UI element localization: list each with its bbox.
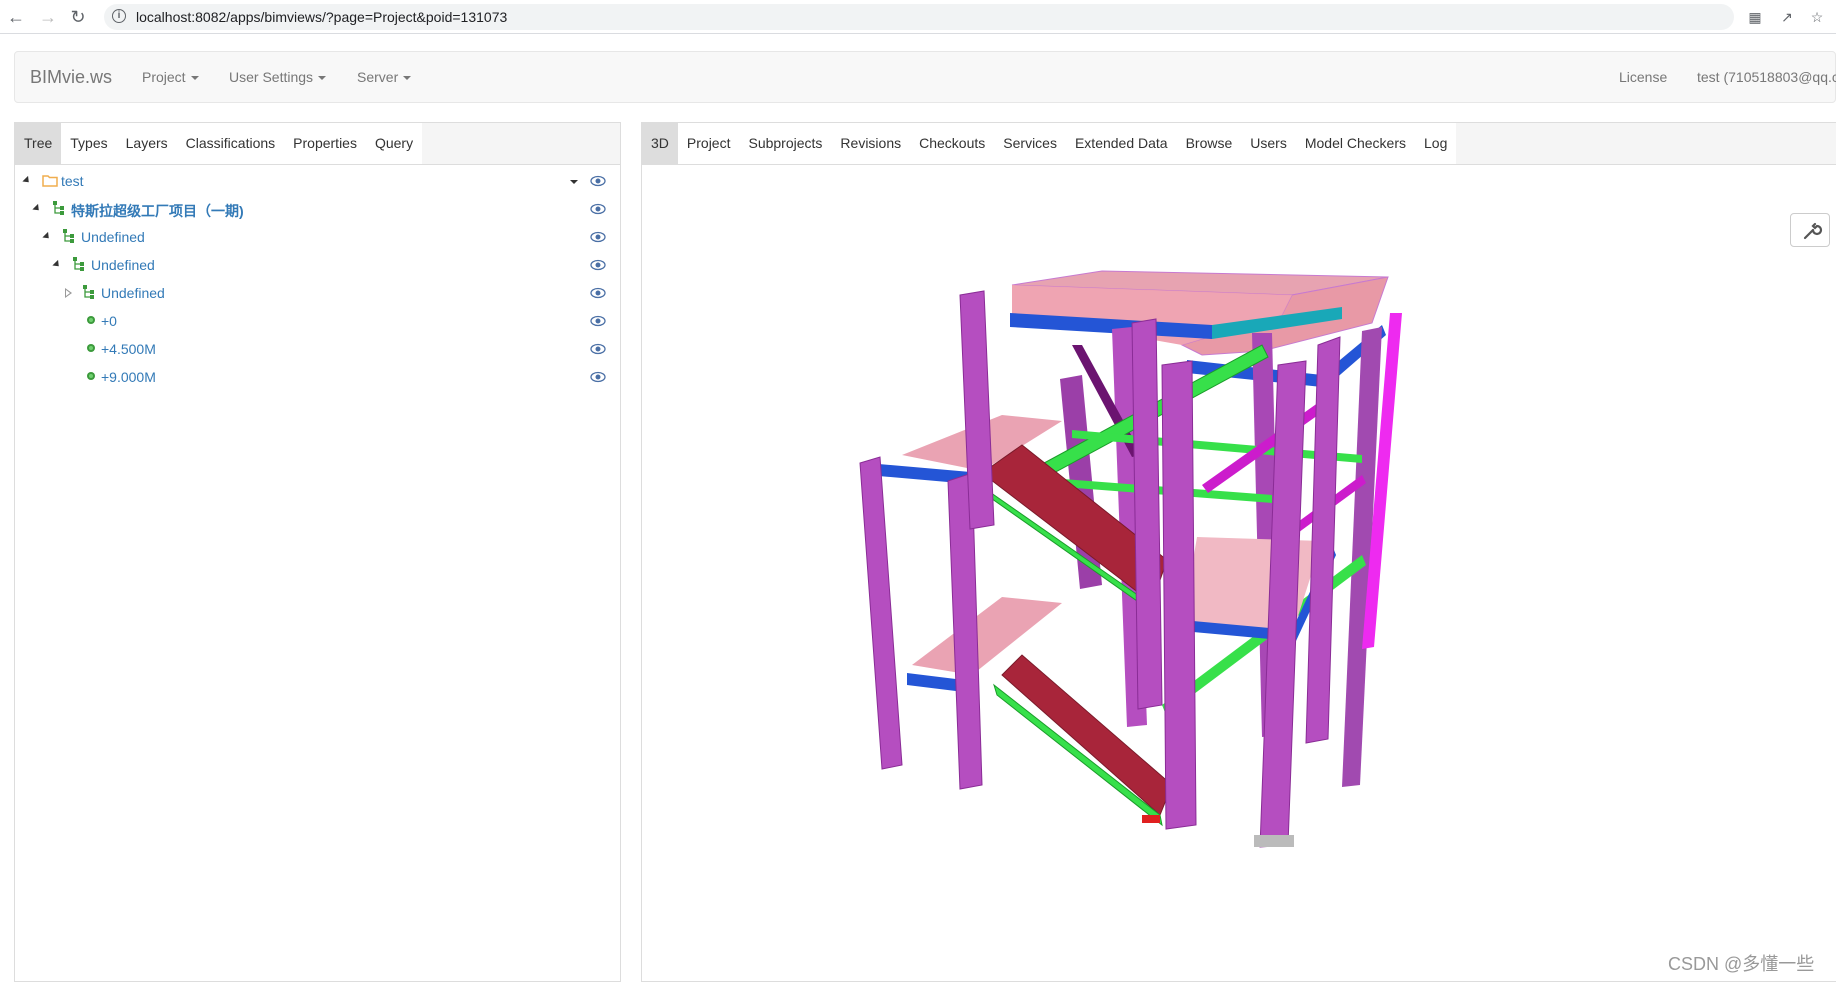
storey-dot-icon (87, 316, 95, 324)
back-arrow-icon[interactable]: ← (4, 5, 28, 29)
tab-3d[interactable]: 3D (642, 123, 678, 164)
share-icon[interactable]: ↗ (1776, 6, 1798, 28)
license-link[interactable]: License (1619, 69, 1667, 85)
tab-services[interactable]: Services (994, 123, 1066, 164)
eye-icon[interactable] (590, 174, 606, 188)
left-panel: Tree Types Layers Classifications Proper… (14, 122, 621, 982)
column (859, 456, 903, 770)
eye-icon[interactable] (590, 314, 606, 328)
tab-layers[interactable]: Layers (117, 123, 177, 164)
collapse-toggle-icon[interactable] (65, 288, 72, 298)
expand-toggle-icon[interactable] (22, 175, 32, 186)
tab-revisions[interactable]: Revisions (831, 123, 910, 164)
landing-slab (912, 597, 1062, 675)
tab-checkouts[interactable]: Checkouts (910, 123, 994, 164)
wrench-icon (1803, 222, 1823, 240)
hierarchy-icon (83, 285, 94, 299)
tab-tree[interactable]: Tree (15, 123, 62, 164)
eye-icon[interactable] (590, 230, 606, 244)
tree-node[interactable]: +0 (15, 307, 620, 335)
url-text[interactable]: localhost:8082/apps/bimviews/?page=Proje… (136, 9, 507, 25)
tab-properties[interactable]: Properties (284, 123, 366, 164)
expand-toggle-icon[interactable] (42, 231, 52, 242)
storey-dot-icon (87, 372, 95, 380)
menu-project[interactable]: Project (142, 69, 199, 85)
caret-down-icon (403, 76, 412, 81)
eye-icon[interactable] (590, 286, 606, 300)
tree-node[interactable]: +9.000M (15, 363, 620, 391)
caret-down-icon (190, 76, 199, 81)
tab-log[interactable]: Log (1415, 123, 1456, 164)
building-model[interactable] (642, 165, 1836, 981)
column (1305, 336, 1341, 744)
hierarchy-icon (63, 229, 74, 243)
hierarchy-icon (73, 257, 84, 271)
storey-dot-icon (87, 344, 95, 352)
bookmark-star-icon[interactable]: ☆ (1806, 6, 1828, 28)
tab-project[interactable]: Project (678, 123, 740, 164)
tree-node-label[interactable]: +9.000M (101, 369, 156, 385)
tab-extended-data[interactable]: Extended Data (1066, 123, 1177, 164)
eye-icon[interactable] (590, 370, 606, 384)
reload-icon[interactable]: ↻ (66, 5, 90, 29)
menu-user-settings[interactable]: User Settings (229, 69, 327, 85)
3d-viewport[interactable] (642, 165, 1836, 981)
tab-users[interactable]: Users (1241, 123, 1296, 164)
project-tree: test 特斯拉超级工厂项目（一期) Undefined Undefined U… (15, 165, 620, 981)
tree-node-label[interactable]: 特斯拉超级工厂项目（一期) (71, 201, 244, 221)
tab-types[interactable]: Types (61, 123, 116, 164)
tree-node-label[interactable]: Undefined (101, 285, 165, 301)
right-tabbar: 3D Project Subprojects Revisions Checkou… (642, 123, 1836, 165)
user-menu[interactable]: test (710518803@qq.c (1697, 69, 1836, 85)
translate-icon[interactable]: ▦ (1744, 6, 1766, 28)
tree-node-label[interactable]: Undefined (81, 229, 145, 245)
base-plate (1254, 835, 1294, 847)
tree-node-label[interactable]: test (61, 173, 84, 189)
eye-icon[interactable] (590, 342, 606, 356)
tab-classifications[interactable]: Classifications (177, 123, 284, 164)
column (1161, 360, 1197, 830)
tree-node[interactable]: Undefined (15, 279, 620, 307)
folder-icon (42, 175, 58, 187)
tab-query[interactable]: Query (366, 123, 422, 164)
caret-down-icon[interactable] (570, 180, 578, 184)
app-navbar: BIMvie.ws Project User Settings Server L… (14, 51, 1836, 103)
caret-down-icon (318, 76, 327, 81)
tree-node-label[interactable]: +4.500M (101, 341, 156, 357)
forward-arrow-icon[interactable]: → (36, 5, 60, 29)
settings-wrench-button[interactable] (1790, 213, 1830, 247)
address-bar[interactable]: i localhost:8082/apps/bimviews/?page=Pro… (104, 4, 1734, 30)
eye-icon[interactable] (590, 258, 606, 272)
tab-subprojects[interactable]: Subprojects (739, 123, 831, 164)
tree-node[interactable]: 特斯拉超级工厂项目（一期) (15, 195, 620, 223)
right-panel: 3D Project Subprojects Revisions Checkou… (641, 122, 1836, 982)
tree-node[interactable]: Undefined (15, 251, 620, 279)
site-info-icon[interactable]: i (112, 9, 126, 23)
base-plate (1142, 815, 1160, 823)
eye-icon[interactable] (590, 202, 606, 216)
watermark-text: CSDN @多懂一些 (1668, 954, 1815, 974)
tab-model-checkers[interactable]: Model Checkers (1296, 123, 1415, 164)
tree-node-label[interactable]: Undefined (91, 257, 155, 273)
left-tabbar: Tree Types Layers Classifications Proper… (15, 123, 620, 165)
tree-node[interactable]: +4.500M (15, 335, 620, 363)
expand-toggle-icon[interactable] (52, 259, 62, 270)
hierarchy-icon (53, 201, 64, 215)
tree-node-label[interactable]: +0 (101, 313, 117, 329)
expand-toggle-icon[interactable] (32, 203, 42, 214)
tree-node[interactable]: Undefined (15, 223, 620, 251)
tab-browse[interactable]: Browse (1177, 123, 1242, 164)
brand-logo[interactable]: BIMvie.ws (30, 67, 112, 88)
tree-node[interactable]: test (15, 167, 620, 195)
browser-toolbar: ← → ↻ i localhost:8082/apps/bimviews/?pa… (0, 0, 1836, 34)
menu-server[interactable]: Server (357, 69, 412, 85)
